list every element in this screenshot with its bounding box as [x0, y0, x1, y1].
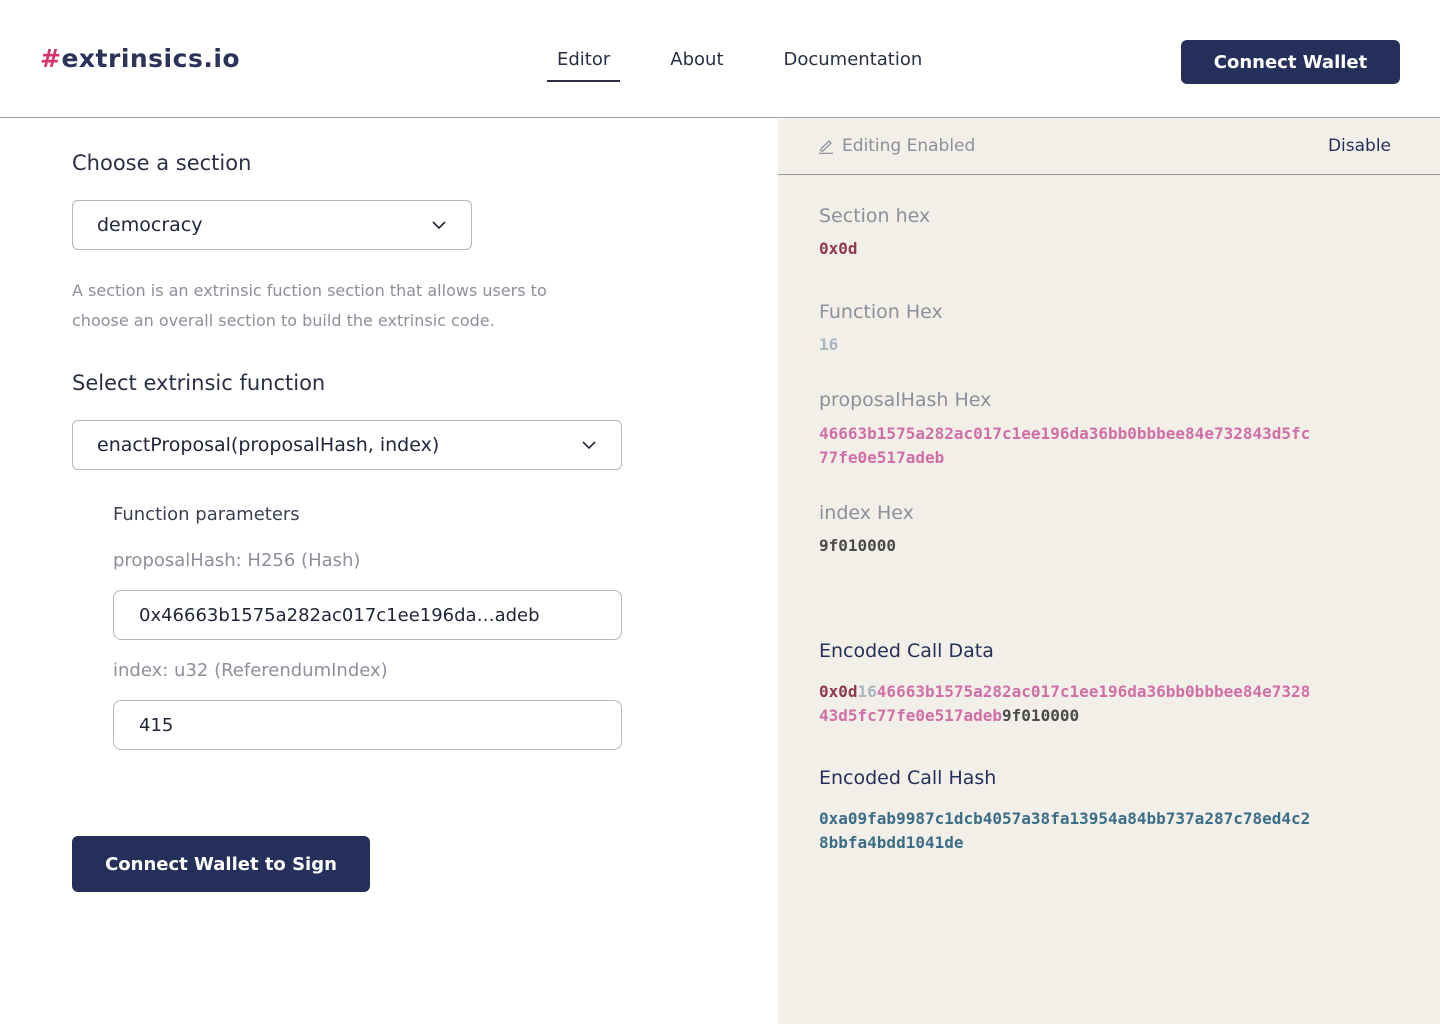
- section-hex-value: 0x0d: [819, 239, 858, 258]
- pencil-icon: [819, 140, 833, 154]
- editing-status-text: Editing Enabled: [842, 136, 976, 156]
- nav-editor[interactable]: Editor: [547, 46, 621, 82]
- section-select[interactable]: democracy: [72, 200, 472, 250]
- connect-wallet-to-sign-button[interactable]: Connect Wallet to Sign: [72, 836, 370, 892]
- encoded-call-data-value: 0x0d1646663b1575a282ac017c1ee196da36bb0b…: [819, 680, 1319, 728]
- function-hex-label: Function Hex: [819, 301, 943, 323]
- section-help-text: A section is an extrinsic fuction sectio…: [72, 281, 547, 330]
- section-select-value: democracy: [97, 214, 203, 236]
- encoded-call-hash-value: 0xa09fab9987c1dcb4057a38fa13954a84bb737a…: [819, 809, 1311, 852]
- function-hex-value: 16: [819, 335, 839, 354]
- proposal-hash-hex-value: 46663b1575a282ac017c1ee196da36bb0bbbee84…: [819, 424, 1311, 467]
- proposal-hash-input[interactable]: [113, 590, 622, 640]
- section-hex-label: Section hex: [819, 205, 931, 227]
- logo-hash: #: [40, 44, 62, 73]
- logo-text: extrinsics.io: [61, 44, 241, 73]
- encoded-index-part: 9f010000: [1002, 706, 1080, 725]
- disable-editing-button[interactable]: Disable: [1328, 136, 1391, 156]
- index-hex-value: 9f010000: [819, 536, 897, 555]
- output-panel: Editing Enabled Disable Section hex 0x0d…: [778, 119, 1440, 1024]
- editing-status: Editing Enabled: [818, 136, 975, 156]
- top-header: #extrinsics.io Editor About Documentatio…: [0, 0, 1440, 118]
- edit-bar: Editing Enabled Disable: [778, 119, 1440, 175]
- encoded-section-part: 0x0d: [819, 682, 858, 701]
- function-label: Select extrinsic function: [72, 371, 326, 395]
- function-params-title: Function parameters: [113, 504, 300, 525]
- proposal-hash-label: proposalHash: H256 (Hash): [113, 550, 361, 571]
- index-label: index: u32 (ReferendumIndex): [113, 660, 388, 681]
- function-select[interactable]: enactProposal(proposalHash, index): [72, 420, 622, 470]
- index-input[interactable]: [113, 700, 622, 750]
- nav-documentation[interactable]: Documentation: [774, 46, 933, 82]
- connect-wallet-button[interactable]: Connect Wallet: [1181, 40, 1400, 84]
- function-select-value: enactProposal(proposalHash, index): [97, 434, 440, 456]
- proposal-hash-hex-label: proposalHash Hex: [819, 389, 992, 411]
- logo[interactable]: #extrinsics.io: [40, 44, 240, 73]
- editor-form: Choose a section democracy A section is …: [0, 119, 778, 1024]
- section-label: Choose a section: [72, 151, 252, 175]
- chevron-down-icon: [432, 221, 446, 230]
- main-nav: Editor About Documentation: [547, 46, 972, 82]
- encoded-call-hash-label: Encoded Call Hash: [819, 767, 997, 789]
- encoded-call-data-label: Encoded Call Data: [819, 640, 994, 662]
- index-hex-label: index Hex: [819, 502, 914, 524]
- chevron-down-icon: [582, 441, 596, 450]
- encoded-function-part: 16: [857, 682, 877, 701]
- nav-about[interactable]: About: [660, 46, 733, 82]
